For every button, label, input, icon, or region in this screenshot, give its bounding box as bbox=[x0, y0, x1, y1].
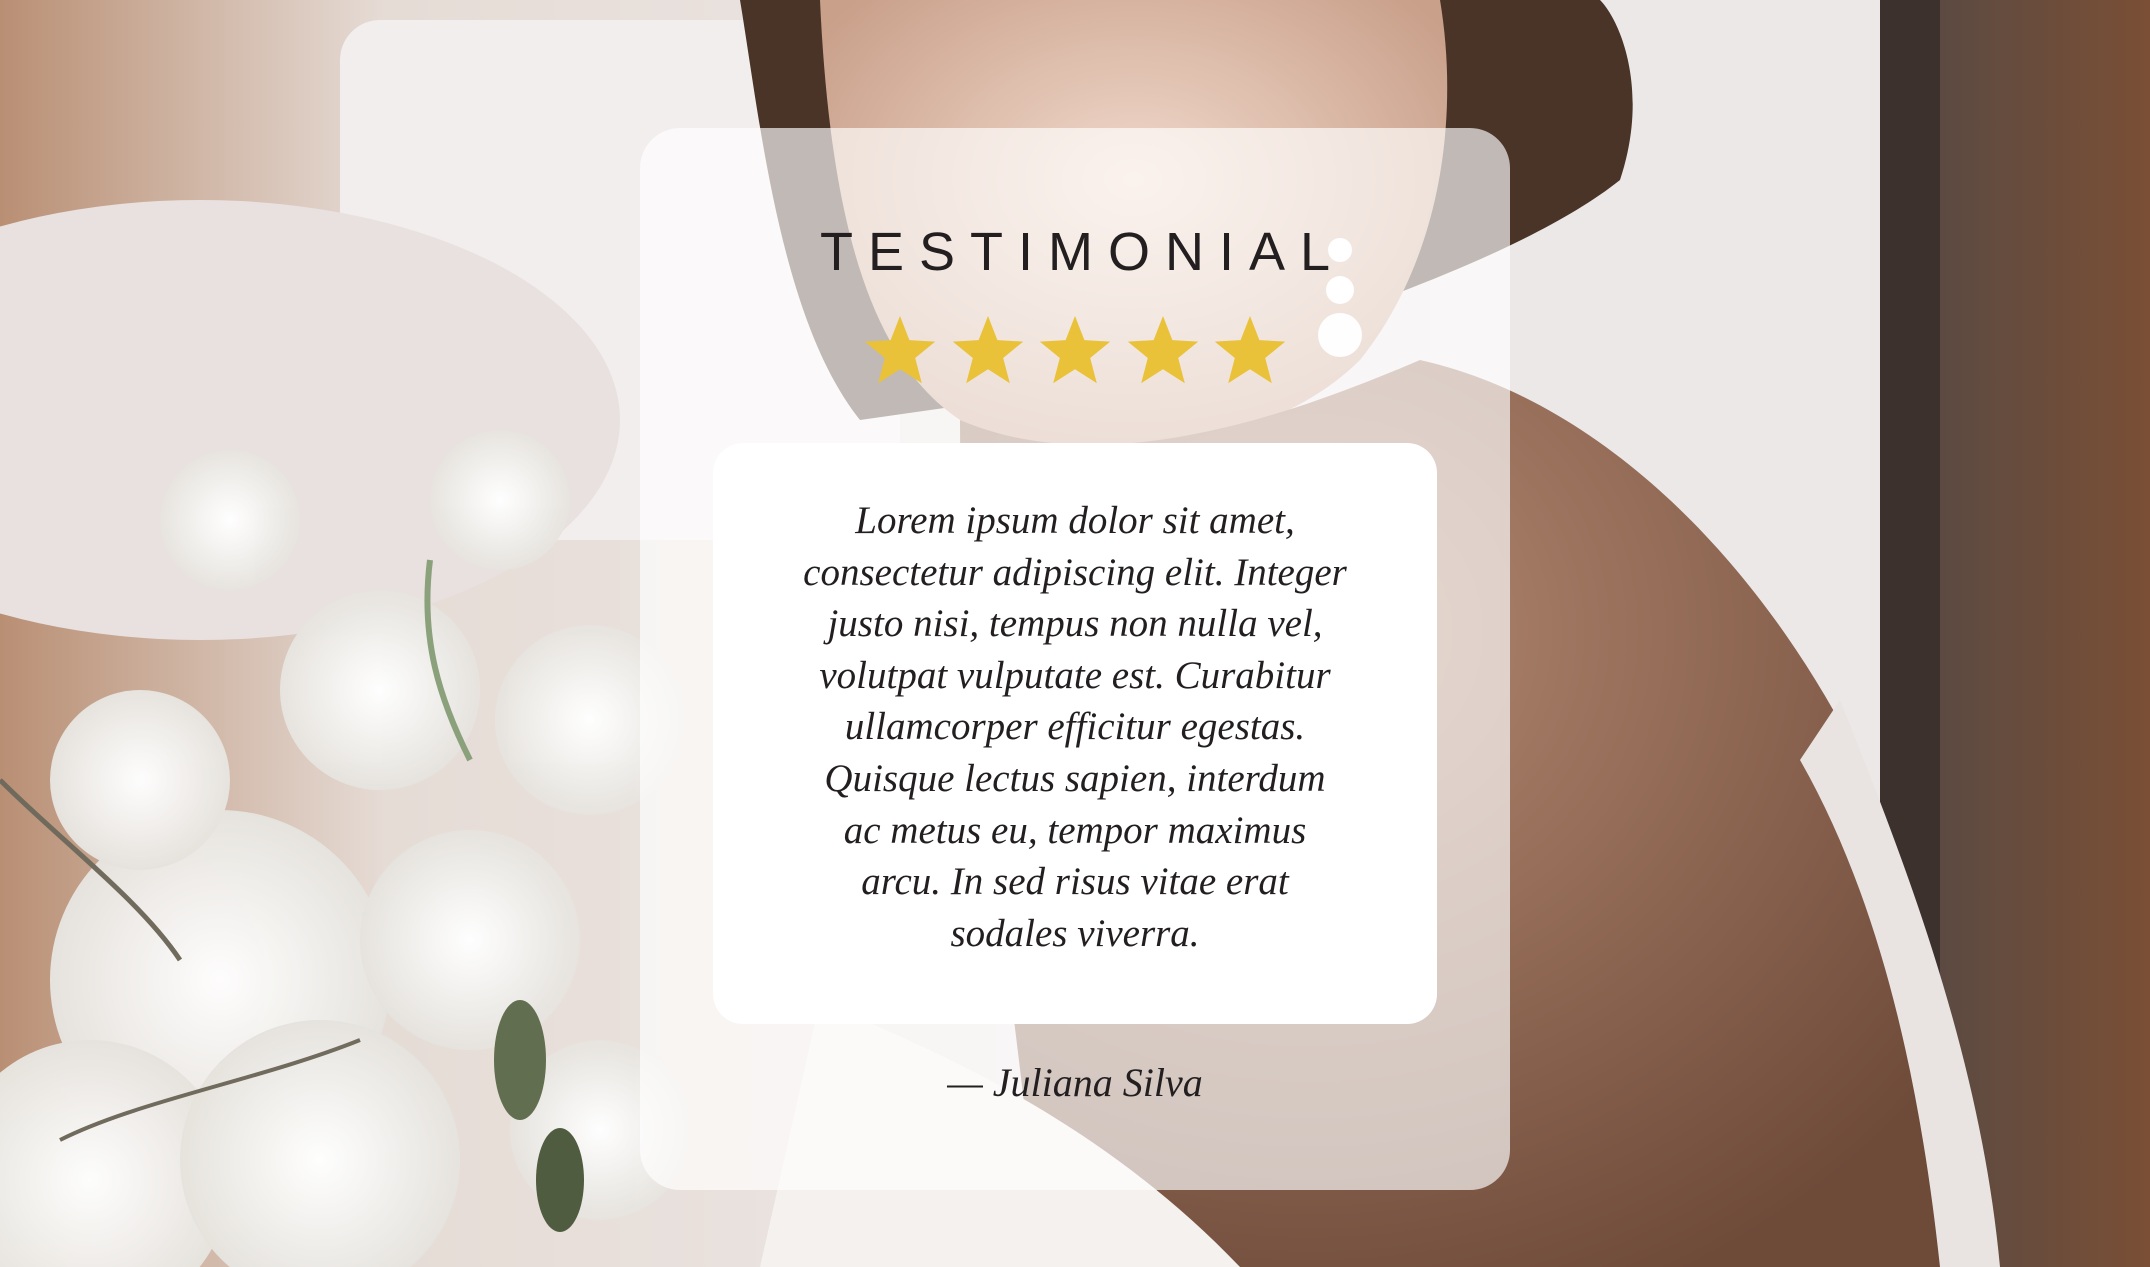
section-heading: TESTIMONIAL bbox=[819, 222, 1346, 282]
testimonial-author: — Juliana Silva bbox=[947, 1060, 1203, 1105]
star-icon bbox=[860, 312, 940, 392]
testimonial-slide: TESTIMONIAL Lorem ipsum dolor sit amet, … bbox=[0, 0, 2150, 1267]
quote-box: Lorem ipsum dolor sit amet, consectetur … bbox=[713, 443, 1437, 1024]
testimonial-quote: Lorem ipsum dolor sit amet, consectetur … bbox=[803, 499, 1347, 955]
star-icon bbox=[948, 312, 1028, 392]
star-icon bbox=[1035, 312, 1115, 392]
star-icon bbox=[1210, 312, 1290, 392]
rating-stars bbox=[860, 312, 1290, 392]
star-icon bbox=[1123, 312, 1203, 392]
